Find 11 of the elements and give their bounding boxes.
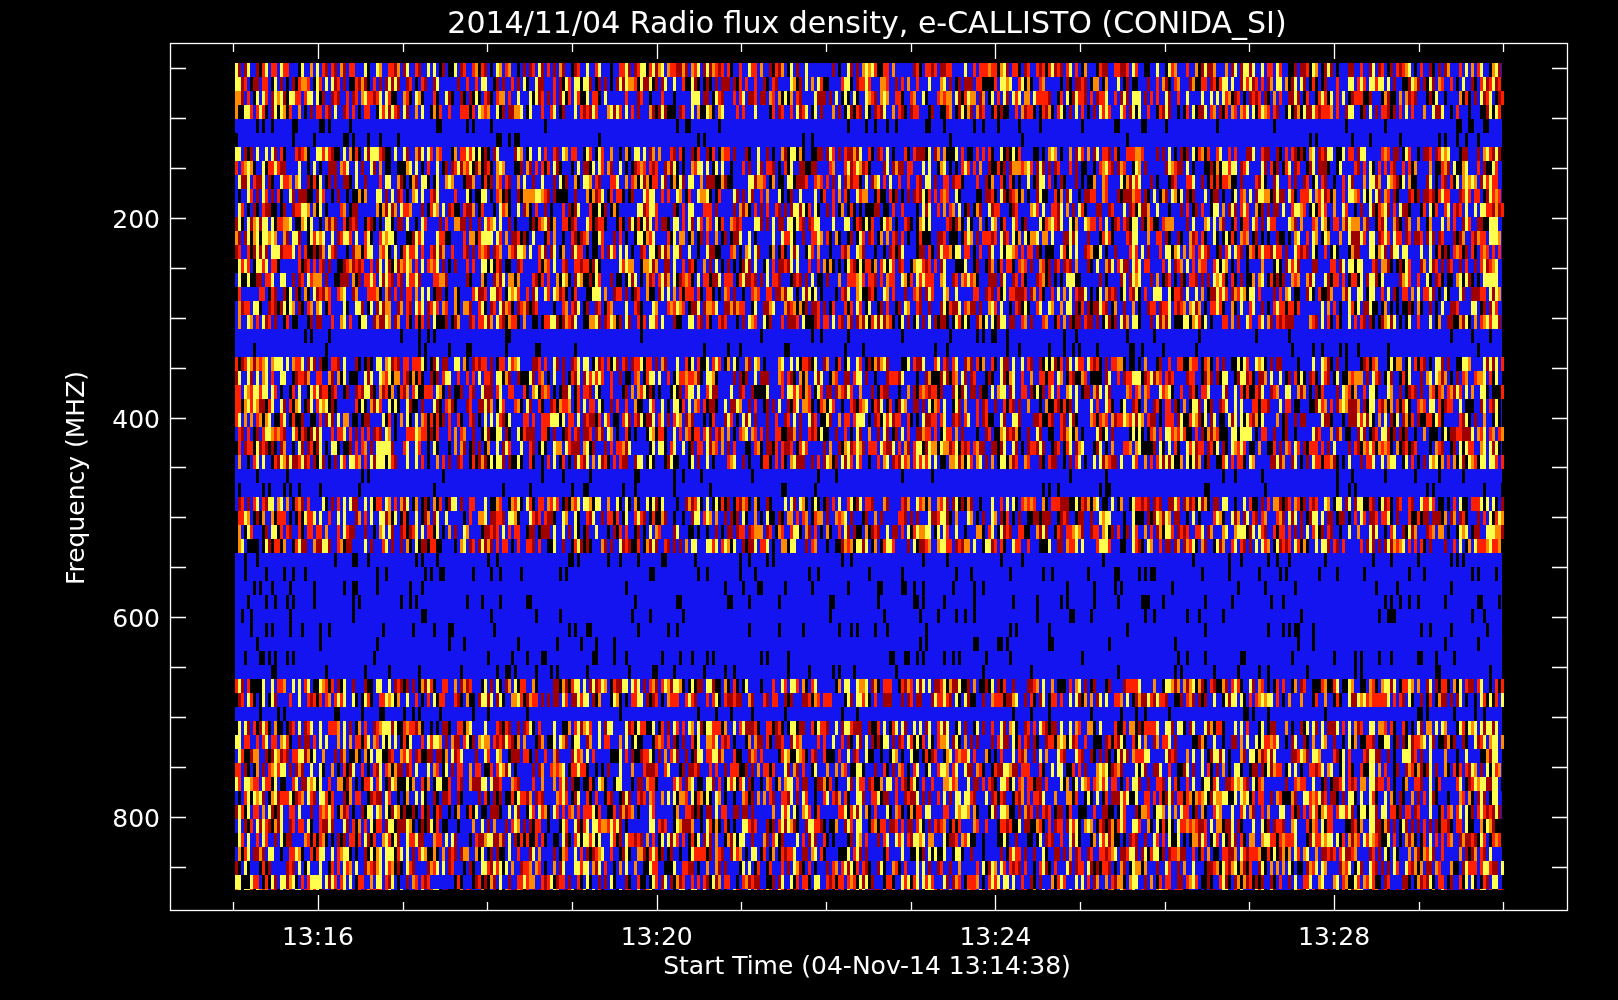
- x-tick-label: 13:16: [282, 922, 354, 951]
- x-axis-label: Start Time (04-Nov-14 13:14:38): [663, 951, 1071, 980]
- y-tick-label: 800: [112, 804, 160, 834]
- y-tick-label: 600: [112, 604, 160, 634]
- y-tick-label: 200: [112, 205, 160, 234]
- x-tick-label: 13:28: [1298, 922, 1371, 951]
- chart-title: 2014/11/04 Radio flux density, e-CALLISTO (CONIDA_SI): [447, 5, 1287, 40]
- x-tick-label: 13:20: [620, 922, 693, 951]
- y-axis-label: Frequency (MHZ): [61, 370, 90, 586]
- x-tick-label: 13:24: [959, 922, 1032, 951]
- y-tick-label: 400: [112, 404, 160, 434]
